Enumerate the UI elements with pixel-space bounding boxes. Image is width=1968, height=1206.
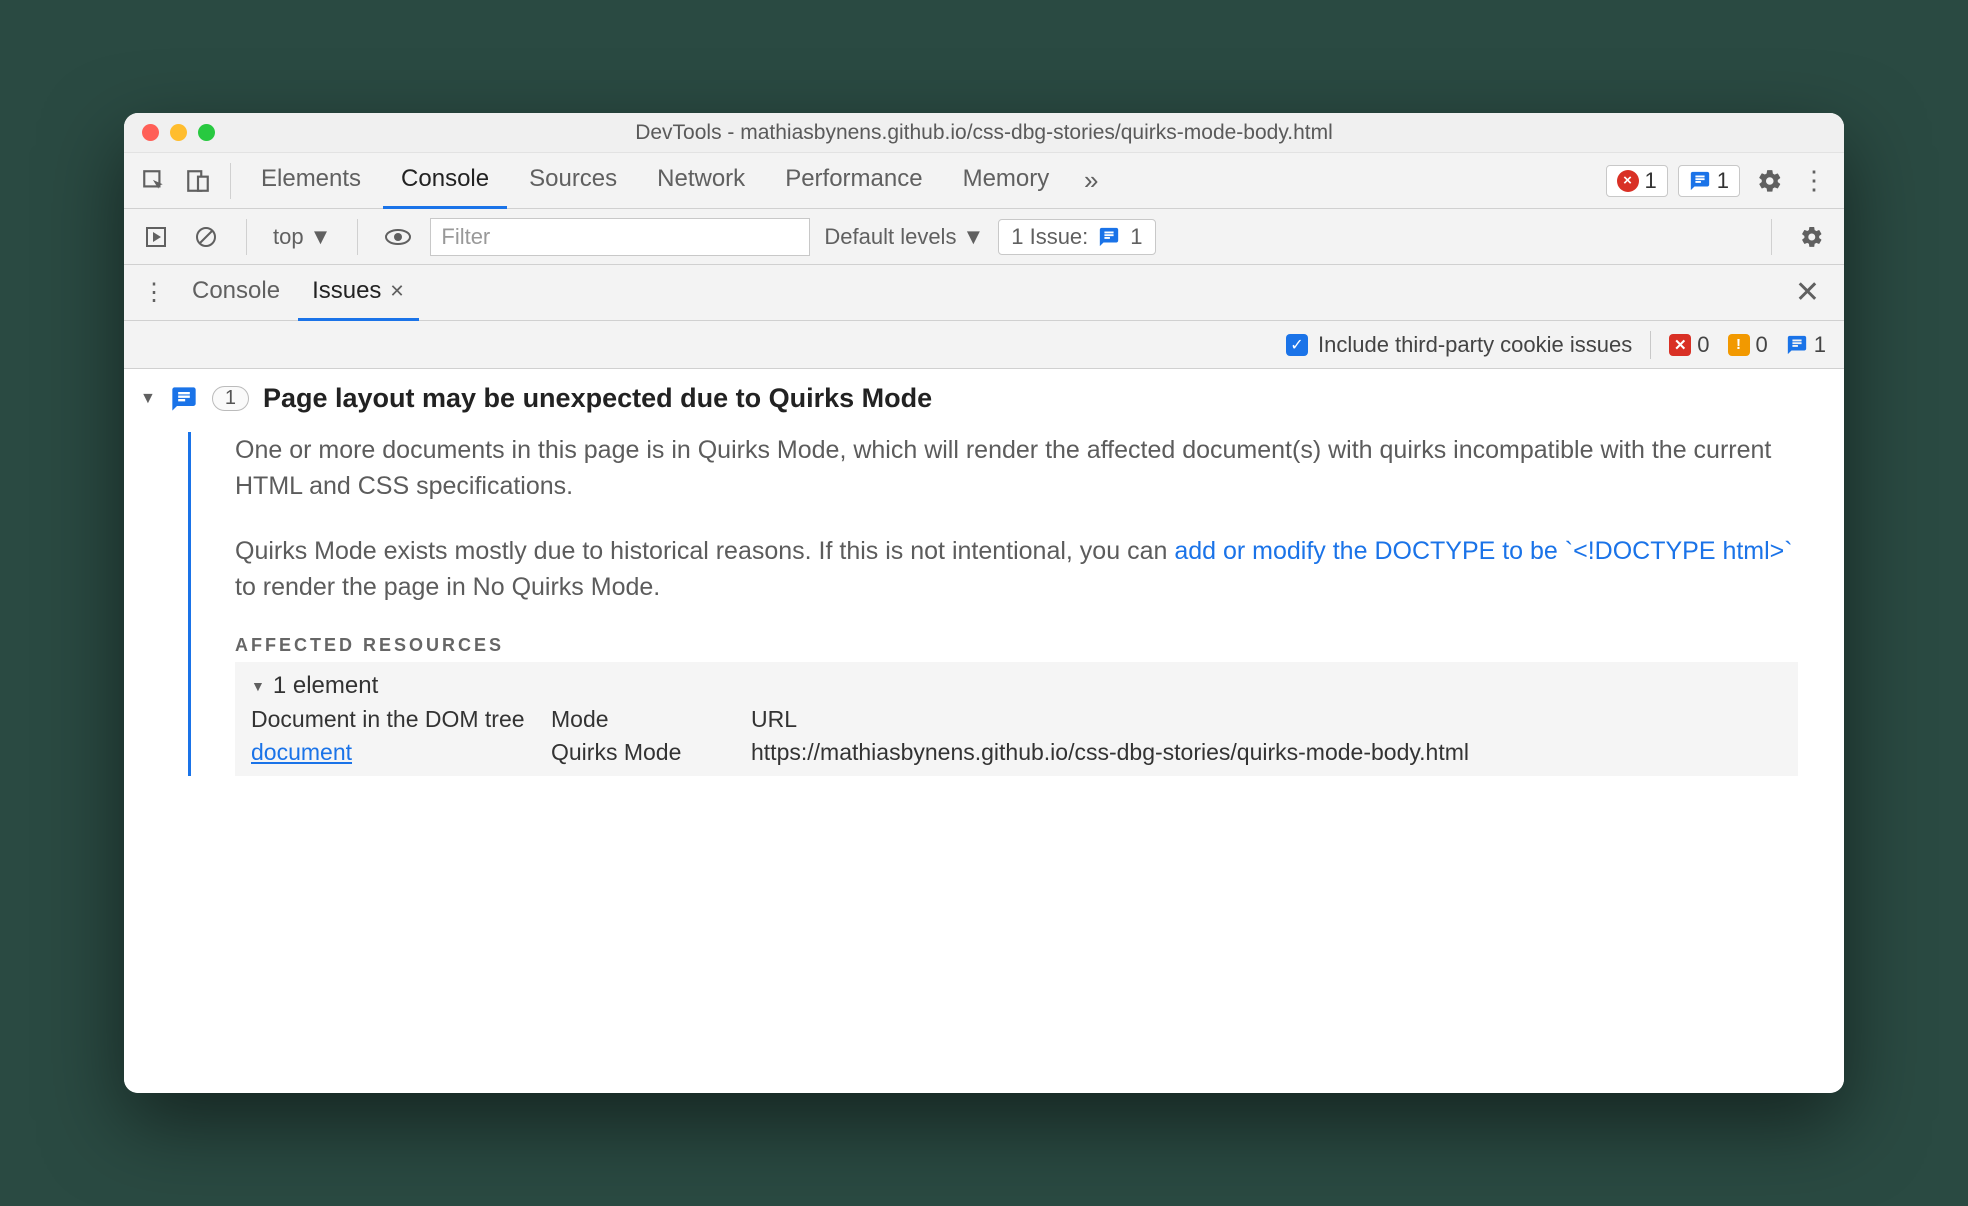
issues-toolbar: ✓ Include third-party cookie issues ✕ 0 …: [124, 321, 1844, 369]
titlebar: DevTools - mathiasbynens.github.io/css-d…: [124, 113, 1844, 153]
tab-console-label: Console: [401, 165, 489, 193]
traffic-lights: [124, 124, 215, 141]
errors-count-value: 0: [1697, 332, 1709, 358]
affected-resources-box: ▼ 1 element Document in the DOM tree Mod…: [235, 662, 1798, 776]
tab-elements[interactable]: Elements: [243, 153, 379, 209]
message-icon: [170, 385, 198, 413]
tab-console[interactable]: Console: [383, 153, 507, 209]
affected-element-row[interactable]: ▼ 1 element: [251, 672, 1782, 700]
error-count: 1: [1645, 168, 1657, 194]
affected-resources-table: Document in the DOM tree Mode URL docume…: [251, 706, 1782, 766]
filter-placeholder: Filter: [441, 224, 490, 250]
issue-count: 1: [1717, 168, 1729, 194]
checkbox-checked-icon: ✓: [1286, 334, 1308, 356]
drawer-tab-issues-label: Issues: [312, 277, 381, 305]
filterbar-divider-2: [357, 219, 358, 255]
filterbar-divider-3: [1771, 219, 1772, 255]
issue-paragraph-1: One or more documents in this page is in…: [235, 432, 1798, 505]
warnings-count[interactable]: ! 0: [1728, 332, 1768, 358]
filterbar-divider-1: [246, 219, 247, 255]
issue-indicator[interactable]: 1 Issue: 1: [998, 219, 1155, 255]
tab-elements-label: Elements: [261, 165, 361, 193]
drawer-kebab-icon[interactable]: ⋮: [134, 273, 174, 313]
issue-count-pill[interactable]: 1: [1678, 165, 1740, 197]
table-cell-mode: Quirks Mode: [551, 739, 731, 766]
tab-network-label: Network: [657, 165, 745, 193]
tabstrip-divider: [230, 163, 231, 199]
warning-icon: !: [1728, 334, 1750, 356]
issue-p2-part-a: Quirks Mode exists mostly due to histori…: [235, 537, 1174, 565]
table-header-mode: Mode: [551, 706, 731, 733]
affected-resources-heading: AFFECTED RESOURCES: [235, 635, 1798, 656]
tab-memory[interactable]: Memory: [945, 153, 1068, 209]
tab-performance[interactable]: Performance: [767, 153, 940, 209]
drawer-tab-console[interactable]: Console: [178, 265, 294, 321]
console-filterbar: top ▼ Filter Default levels ▼ 1 Issue: 1: [124, 209, 1844, 265]
issue-detail: One or more documents in this page is in…: [188, 432, 1828, 776]
message-icon: [1689, 170, 1711, 192]
context-label: top: [273, 224, 304, 250]
kebab-menu-icon[interactable]: ⋮: [1794, 161, 1834, 201]
live-expression-icon[interactable]: [380, 219, 416, 255]
execute-icon[interactable]: [138, 219, 174, 255]
device-toolbar-icon[interactable]: [178, 161, 218, 201]
context-selector[interactable]: top ▼: [269, 224, 335, 250]
issue-occurrence-count: 1: [212, 386, 249, 411]
disclosure-triangle-icon[interactable]: ▼: [140, 390, 156, 408]
third-party-checkbox[interactable]: ✓ Include third-party cookie issues: [1286, 332, 1632, 358]
tab-network[interactable]: Network: [639, 153, 763, 209]
table-cell-url: https://mathiasbynens.github.io/css-dbg-…: [751, 739, 1782, 766]
doctype-help-link[interactable]: add or modify the DOCTYPE to be `<!DOCTY…: [1174, 537, 1792, 565]
settings-icon[interactable]: [1750, 161, 1790, 201]
table-header-url: URL: [751, 706, 1782, 733]
devtools-window: DevTools - mathiasbynens.github.io/css-d…: [124, 113, 1844, 1093]
info-count-value: 1: [1814, 332, 1826, 358]
filter-input[interactable]: Filter: [430, 218, 810, 256]
console-settings-icon[interactable]: [1794, 219, 1830, 255]
error-count-pill[interactable]: 1: [1606, 165, 1668, 197]
chevron-down-icon: ▼: [962, 224, 984, 250]
table-cell-document-link[interactable]: document: [251, 739, 531, 766]
warnings-count-value: 0: [1756, 332, 1768, 358]
issue-indicator-label: 1 Issue:: [1011, 224, 1088, 250]
errors-count[interactable]: ✕ 0: [1669, 332, 1709, 358]
affected-element-count: 1 element: [273, 672, 378, 700]
drawer-close-button[interactable]: ✕: [1781, 275, 1834, 310]
clear-console-icon[interactable]: [188, 219, 224, 255]
drawer-tab-issues[interactable]: Issues ✕: [298, 265, 418, 321]
issue-paragraph-2: Quirks Mode exists mostly due to histori…: [235, 533, 1798, 606]
more-tabs-icon[interactable]: »: [1071, 161, 1111, 201]
tab-sources-label: Sources: [529, 165, 617, 193]
issues-body: ▼ 1 Page layout may be unexpected due to…: [124, 369, 1844, 1093]
issue-header-row[interactable]: ▼ 1 Page layout may be unexpected due to…: [140, 383, 1828, 414]
window-close-button[interactable]: [142, 124, 159, 141]
log-levels-label: Default levels: [824, 224, 956, 250]
info-count[interactable]: 1: [1786, 332, 1826, 358]
drawer-tabstrip: ⋮ Console Issues ✕ ✕: [124, 265, 1844, 321]
issue-p2-part-b: to render the page in No Quirks Mode.: [235, 573, 660, 601]
issues-toolbar-divider: [1650, 331, 1651, 359]
main-tabstrip: Elements Console Sources Network Perform…: [124, 153, 1844, 209]
disclosure-triangle-icon[interactable]: ▼: [251, 678, 265, 694]
inspect-element-icon[interactable]: [134, 161, 174, 201]
issue-title: Page layout may be unexpected due to Qui…: [263, 383, 932, 414]
close-icon[interactable]: ✕: [389, 281, 404, 302]
tab-performance-label: Performance: [785, 165, 922, 193]
drawer-tab-console-label: Console: [192, 277, 280, 305]
window-maximize-button[interactable]: [198, 124, 215, 141]
error-icon: [1617, 170, 1639, 192]
tab-memory-label: Memory: [963, 165, 1050, 193]
error-icon: ✕: [1669, 334, 1691, 356]
issue-indicator-count: 1: [1130, 224, 1142, 250]
window-title: DevTools - mathiasbynens.github.io/css-d…: [124, 121, 1844, 145]
message-icon: [1786, 334, 1808, 356]
log-levels-selector[interactable]: Default levels ▼: [824, 224, 984, 250]
message-icon: [1098, 226, 1120, 248]
third-party-checkbox-label: Include third-party cookie issues: [1318, 332, 1632, 358]
window-minimize-button[interactable]: [170, 124, 187, 141]
chevron-down-icon: ▼: [310, 224, 332, 250]
table-header-document: Document in the DOM tree: [251, 706, 531, 733]
tab-sources[interactable]: Sources: [511, 153, 635, 209]
